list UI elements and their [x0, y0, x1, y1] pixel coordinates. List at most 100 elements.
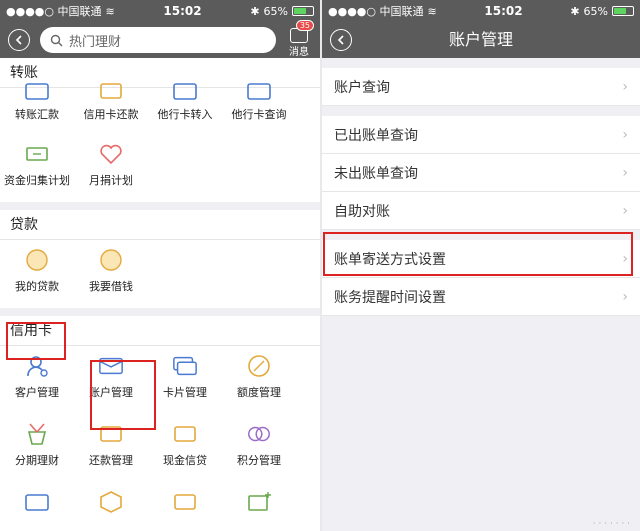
chevron-right-icon: ›: [622, 202, 628, 219]
battery-fill: [614, 8, 626, 14]
grid-item-label: 额度管理: [237, 386, 281, 399]
status-time: 15:02: [163, 4, 202, 18]
percent-icon: [246, 354, 272, 378]
message-badge: 35: [295, 20, 314, 31]
highlight-statement-delivery: [323, 232, 633, 276]
search-input[interactable]: 热门理财: [40, 27, 276, 53]
bank-card-query-icon: [246, 82, 272, 100]
battery-percent: 65%: [583, 4, 608, 18]
grid-item-label: 卡片管理: [163, 386, 207, 399]
grid-item[interactable]: 我要借钱: [74, 240, 148, 308]
grid-item-label: 分期理财: [15, 454, 59, 467]
grid-item-label: 转账汇款: [15, 108, 59, 121]
left-navbar: 热门理财 35 消息: [0, 20, 320, 58]
transfer-icon: [24, 82, 50, 100]
credit-card-grid: 客户管理 账户管理 卡片管理 额度管理 分期理财 还款管理 现金信贷 积分管理: [0, 346, 320, 531]
right-screen: ●●●●○ 中国联通 ≋ 15:02 ✱ 65% 账户管理 账户查询 › 已出账单查询 ›…: [322, 0, 640, 531]
battery-percent: 65%: [263, 4, 288, 18]
left-screen: ●●●●○ 中国联通 ≋ 15:02 ✱ 65% 热门理财 35 消息 转账 转账汇…: [0, 0, 320, 531]
grid-item[interactable]: 现金信贷: [148, 414, 222, 482]
grid-item-label: 积分管理: [237, 454, 281, 467]
wifi-icon: ≋: [105, 4, 115, 18]
loan-grid: 我的贷款 我要借钱: [0, 240, 320, 308]
grid-item-label: 他行卡转入: [157, 108, 213, 121]
grid-item[interactable]: 他行卡查询: [222, 83, 296, 134]
card-icon: [24, 490, 50, 514]
account-menu: 账户查询 › 已出账单查询 › 未出账单查询 › 自助对账 › 账单寄送方式设置 › 账务提醒时间设…: [322, 58, 640, 316]
carrier-text: ●●●●○ 中国联通: [6, 5, 102, 18]
chevron-right-icon: ›: [622, 164, 628, 181]
borrow-icon: [98, 248, 124, 272]
grid-item[interactable]: [74, 482, 148, 531]
right-navbar: 账户管理: [322, 22, 640, 58]
grid-item[interactable]: 我的贷款: [0, 240, 74, 308]
menu-row[interactable]: 未出账单查询 ›: [322, 154, 640, 192]
menu-row[interactable]: 账户查询 ›: [322, 68, 640, 106]
credit-repay-icon: [98, 82, 124, 100]
box-icon: [98, 490, 124, 514]
grid-item[interactable]: 卡片管理: [148, 346, 222, 414]
grid-item[interactable]: 资金归集计划: [0, 134, 74, 202]
loan-icon: [24, 248, 50, 272]
highlight-credit-card-title: [6, 322, 66, 360]
highlight-account-management: [90, 360, 156, 430]
battery-icon: [612, 6, 634, 16]
grid-item[interactable]: 他行卡转入: [148, 83, 222, 134]
grid-item[interactable]: [148, 482, 222, 531]
grid-item-label: 我要借钱: [89, 280, 133, 293]
section-transfer: 转账 转账汇款 信用卡还款 他行卡转入 他行卡查询 资金归集计划 月捐计划: [0, 58, 320, 202]
message-button[interactable]: 35 消息: [284, 20, 314, 58]
grid-item-label: 客户管理: [15, 386, 59, 399]
grid-item[interactable]: 额度管理: [222, 346, 296, 414]
menu-row-label: 账务提醒时间设置: [334, 289, 446, 306]
rings-icon: [246, 422, 272, 446]
grid-item[interactable]: [222, 482, 296, 531]
menu-row-label: 账户查询: [334, 79, 390, 96]
bank-card-in-icon: [172, 82, 198, 100]
search-icon: [50, 34, 63, 46]
grid-item[interactable]: 转账汇款: [0, 83, 74, 134]
transfer-grid: 转账汇款 信用卡还款 他行卡转入 他行卡查询资金归集计划 月捐计划: [0, 83, 320, 202]
cash-card-icon: [172, 422, 198, 446]
menu-row-label: 未出账单查询: [334, 165, 418, 182]
carrier-text: ●●●●○ 中国联通: [328, 5, 424, 18]
grid-item[interactable]: [0, 482, 74, 531]
menu-row[interactable]: 自助对账 ›: [322, 192, 640, 230]
menu-row-label: 自助对账: [334, 203, 390, 220]
watermark: · · · · · · ·: [592, 519, 630, 529]
grid-item-label: 信用卡还款: [83, 108, 139, 121]
message-label: 消息: [289, 47, 309, 58]
battery-icon: [292, 6, 314, 16]
card-icon: [172, 490, 198, 514]
fund-collect-icon: [24, 142, 50, 166]
status-bar: ●●●●○ 中国联通 ≋ 15:02 ✱ 65%: [0, 0, 320, 22]
grid-item[interactable]: 信用卡还款: [74, 83, 148, 134]
grid-item[interactable]: 分期理财: [0, 414, 74, 482]
bluetooth-icon: ✱: [250, 4, 260, 18]
menu-row[interactable]: 已出账单查询 ›: [322, 116, 640, 154]
heart-icon: [98, 142, 124, 166]
menu-row[interactable]: 账务提醒时间设置 ›: [322, 278, 640, 316]
search-placeholder: 热门理财: [69, 34, 122, 50]
bluetooth-icon: ✱: [570, 4, 580, 18]
grid-item-label: 还款管理: [89, 454, 133, 467]
wifi-icon: ≋: [427, 4, 437, 18]
card-plus-icon: [246, 490, 272, 514]
chevron-right-icon: ›: [622, 288, 628, 305]
status-bar: ●●●●○ 中国联通 ≋ 15:02 ✱ 65%: [322, 0, 640, 22]
chevron-right-icon: ›: [622, 126, 628, 143]
section-loan: 贷款 我的贷款 我要借钱: [0, 210, 320, 308]
grid-item-label: 他行卡查询: [231, 108, 287, 121]
gift-icon: [24, 422, 50, 446]
menu-row-label: 已出账单查询: [334, 127, 418, 144]
chevron-left-icon: [15, 35, 22, 45]
grid-item-label: 我的贷款: [15, 280, 59, 293]
grid-item-label: 资金归集计划: [4, 174, 70, 187]
grid-item[interactable]: 积分管理: [222, 414, 296, 482]
page-title: 账户管理: [448, 30, 513, 49]
status-time: 15:02: [484, 4, 523, 18]
grid-item[interactable]: 月捐计划: [74, 134, 148, 202]
battery-fill: [294, 8, 306, 14]
back-button[interactable]: [8, 29, 30, 51]
chevron-right-icon: ›: [622, 78, 628, 95]
